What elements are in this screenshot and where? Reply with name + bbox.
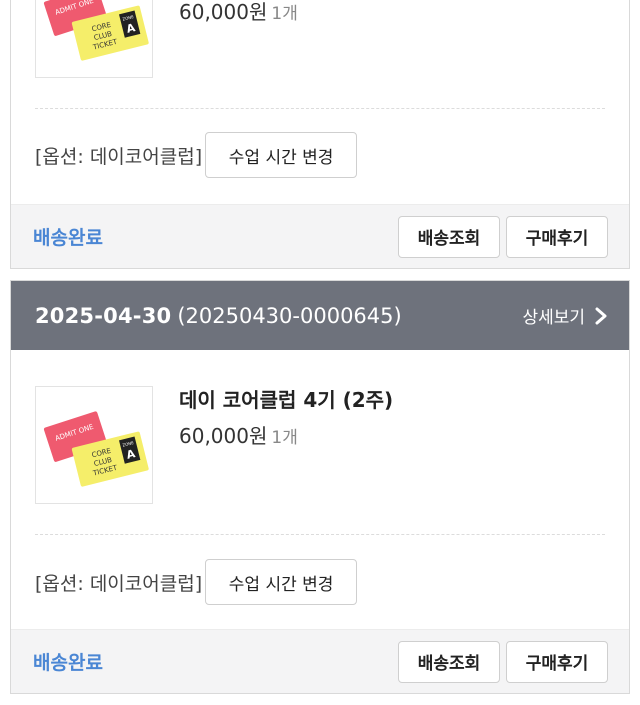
view-details-link[interactable]: 상세보기 — [522, 303, 607, 328]
delivery-status: 배송완료 — [33, 652, 103, 674]
delivery-status: 배송완료 — [33, 227, 103, 249]
chevron-right-icon — [595, 307, 607, 324]
order-header: 2025-04-30 (20250430-0000645) 상세보기 — [11, 281, 629, 350]
order-meta: 2025-04-30 (20250430-0000645) — [35, 304, 402, 328]
track-delivery-button[interactable]: 배송조회 — [398, 640, 500, 683]
option-row: [옵션: 데이코어클럽] 수업 시간 변경 — [35, 132, 358, 178]
order-card: 2025-04-30 (20250430-0000645) 상세보기 ADMIT … — [10, 280, 630, 694]
order-footer: 배송완료 배송조회 구매후기 — [11, 204, 629, 268]
option-text: [옵션: 데이코어클럽] — [35, 145, 203, 168]
product-thumbnail[interactable]: ADMIT ONE CORE CLUB TICKET ZONE A — [35, 0, 153, 78]
ticket-image: ADMIT ONE CORE CLUB TICKET ZONE A — [43, 0, 149, 61]
write-review-button[interactable]: 구매후기 — [506, 640, 608, 683]
product-name[interactable]: 데이 코어클럽 4기 (2주) — [179, 384, 393, 413]
price-value: 60,000원 — [179, 0, 268, 24]
option-row: [옵션: 데이코어클럽] 수업 시간 변경 — [35, 559, 358, 605]
order-date: 2025-04-30 — [35, 303, 172, 328]
price-value: 60,000원 — [179, 424, 268, 448]
order-card: ADMIT ONE CORE CLUB TICKET ZONE A 60,000… — [10, 0, 630, 269]
order-number: (20250430-0000645) — [177, 303, 402, 328]
change-class-time-button[interactable]: 수업 시간 변경 — [205, 132, 358, 178]
product-price: 60,000원 1개 — [179, 0, 298, 25]
quantity: 1개 — [271, 428, 298, 448]
divider — [35, 108, 605, 109]
product-row[interactable]: ADMIT ONE CORE CLUB TICKET ZONE A 60,000… — [11, 0, 629, 110]
quantity: 1개 — [271, 4, 298, 24]
product-row[interactable]: ADMIT ONE CORE CLUB TICKET ZONE A 데이 코어클… — [11, 350, 629, 534]
view-details-label: 상세보기 — [522, 308, 585, 328]
product-thumbnail[interactable]: ADMIT ONE CORE CLUB TICKET ZONE A — [35, 386, 153, 504]
ticket-image: ADMIT ONE CORE CLUB TICKET ZONE A — [43, 411, 149, 487]
product-price: 60,000원 1개 — [179, 420, 298, 449]
track-delivery-button[interactable]: 배송조회 — [398, 215, 500, 258]
option-text: [옵션: 데이코어클럽] — [35, 572, 203, 595]
divider — [35, 534, 605, 535]
order-footer: 배송완료 배송조회 구매후기 — [11, 629, 629, 693]
change-class-time-button[interactable]: 수업 시간 변경 — [205, 559, 358, 605]
write-review-button[interactable]: 구매후기 — [506, 215, 608, 258]
